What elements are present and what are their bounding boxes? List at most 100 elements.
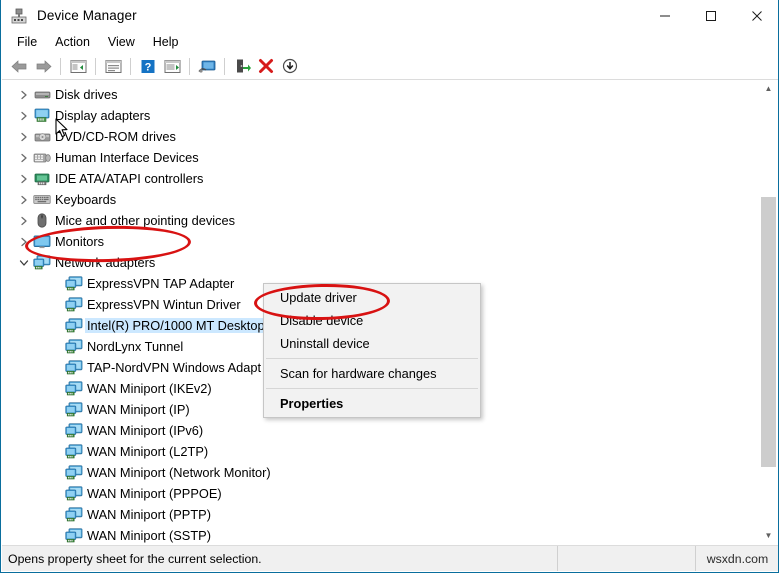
network-adapter-icon: [64, 338, 84, 355]
tree-row[interactable]: IDE ATA/ATAPI controllers: [2, 168, 762, 189]
tree-row-label: Keyboards: [55, 192, 120, 207]
tree-row-label: DVD/CD-ROM drives: [55, 129, 180, 144]
vertical-scrollbar[interactable]: ▲ ▼: [759, 80, 777, 544]
toolbar-separator-3: [130, 58, 131, 75]
scroll-down-button[interactable]: ▼: [760, 527, 777, 544]
tree-row[interactable]: DVD/CD-ROM drives: [2, 126, 762, 147]
chevron-down-icon[interactable]: [16, 258, 32, 268]
tree-row-label: Mice and other pointing devices: [55, 213, 239, 228]
chevron-right-icon[interactable]: [16, 195, 32, 205]
uninstall-device-button[interactable]: [254, 55, 278, 77]
scrollbar-thumb[interactable]: [761, 197, 776, 467]
scrollbar-track[interactable]: [760, 97, 777, 527]
tree-row-label: TAP-NordVPN Windows Adapt: [87, 360, 265, 375]
menu-help[interactable]: Help: [144, 33, 188, 51]
context-menu-item[interactable]: Uninstall device: [264, 332, 480, 355]
tree-row-label: Disk drives: [55, 87, 122, 102]
status-message: Opens property sheet for the current sel…: [2, 546, 558, 571]
tree-row[interactable]: Keyboards: [2, 189, 762, 210]
context-menu-item[interactable]: Disable device: [264, 309, 480, 332]
toolbar: ?: [2, 53, 779, 80]
tree-row-label: Monitors: [55, 234, 108, 249]
minimize-button[interactable]: [642, 0, 688, 31]
chevron-right-icon[interactable]: [16, 237, 32, 247]
tree-row[interactable]: Mice and other pointing devices: [2, 210, 762, 231]
back-button[interactable]: [7, 55, 31, 77]
tree-row[interactable]: WAN Miniport (Network Monitor): [2, 462, 762, 483]
network-adapter-icon: [64, 317, 84, 334]
tree-row-label: WAN Miniport (SSTP): [87, 528, 215, 543]
chevron-right-icon[interactable]: [16, 132, 32, 142]
update-driver-button[interactable]: [230, 55, 254, 77]
toolbar-separator-4: [189, 58, 190, 75]
network-adapter-icon: [64, 506, 84, 523]
svg-text:?: ?: [145, 61, 152, 73]
network-adapter-icon: [64, 443, 84, 460]
hid-icon: [32, 149, 52, 166]
toolbar-separator-5: [224, 58, 225, 75]
tree-row[interactable]: Disk drives: [2, 84, 762, 105]
network-adapter-icon: [32, 254, 52, 271]
device-manager-window: Device Manager File Action View Help: [0, 0, 779, 573]
close-button[interactable]: [734, 0, 779, 31]
disable-device-button[interactable]: [278, 55, 302, 77]
tree-row[interactable]: WAN Miniport (PPPOE): [2, 483, 762, 504]
tree-row-label: WAN Miniport (L2TP): [87, 444, 212, 459]
mouse-icon: [32, 212, 52, 229]
properties-button[interactable]: [101, 55, 125, 77]
display-adapter-icon: [32, 107, 52, 124]
tree-row[interactable]: Monitors: [2, 231, 762, 252]
tree-row[interactable]: Network adapters: [2, 252, 762, 273]
tree-row-label: ExpressVPN TAP Adapter: [87, 276, 238, 291]
context-menu-item[interactable]: Properties: [264, 392, 480, 415]
network-adapter-icon: [64, 485, 84, 502]
tree-row[interactable]: WAN Miniport (L2TP): [2, 441, 762, 462]
menu-view[interactable]: View: [99, 33, 144, 51]
network-adapter-icon: [64, 464, 84, 481]
watermark: wsxdn.com: [696, 546, 779, 571]
forward-button[interactable]: [31, 55, 55, 77]
tree-row-label: NordLynx Tunnel: [87, 339, 187, 354]
context-menu[interactable]: Update driverDisable deviceUninstall dev…: [263, 283, 481, 418]
network-adapter-icon: [64, 527, 84, 544]
menu-file[interactable]: File: [8, 33, 46, 51]
menu-action[interactable]: Action: [46, 33, 99, 51]
status-bar: Opens property sheet for the current sel…: [2, 545, 779, 571]
show-hide-action-pane-button[interactable]: [160, 55, 184, 77]
chevron-right-icon[interactable]: [16, 111, 32, 121]
ide-controller-icon: [32, 170, 52, 187]
menu-bar: File Action View Help: [2, 31, 779, 53]
tree-row-label: ExpressVPN Wintun Driver: [87, 297, 245, 312]
tree-row[interactable]: WAN Miniport (PPTP): [2, 504, 762, 525]
window-title: Device Manager: [37, 8, 137, 23]
tree-row[interactable]: Display adapters: [2, 105, 762, 126]
scan-for-hardware-changes-button[interactable]: [195, 55, 219, 77]
keyboard-icon: [32, 191, 52, 208]
scroll-up-button[interactable]: ▲: [760, 80, 777, 97]
chevron-right-icon[interactable]: [16, 216, 32, 226]
monitor-icon: [32, 233, 52, 250]
tree-row-label: Intel(R) PRO/1000 MT Desktop: [87, 318, 269, 333]
network-adapter-icon: [64, 359, 84, 376]
help-button[interactable]: ?: [136, 55, 160, 77]
tree-row[interactable]: WAN Miniport (IPv6): [2, 420, 762, 441]
context-menu-item[interactable]: Scan for hardware changes: [264, 362, 480, 385]
context-menu-separator: [266, 388, 478, 389]
tree-row-label: Human Interface Devices: [55, 150, 203, 165]
status-panel-empty: [558, 546, 696, 571]
maximize-button[interactable]: [688, 0, 734, 31]
toolbar-separator-2: [95, 58, 96, 75]
tree-row-label: Network adapters: [55, 255, 159, 270]
chevron-right-icon[interactable]: [16, 153, 32, 163]
tree-row-label: WAN Miniport (IKEv2): [87, 381, 216, 396]
tree-row[interactable]: Human Interface Devices: [2, 147, 762, 168]
dvd-drive-icon: [32, 128, 52, 145]
chevron-right-icon[interactable]: [16, 90, 32, 100]
chevron-right-icon[interactable]: [16, 174, 32, 184]
disk-drive-icon: [32, 86, 52, 103]
context-menu-item[interactable]: Update driver: [264, 286, 480, 309]
show-hide-console-tree-button[interactable]: [66, 55, 90, 77]
network-adapter-icon: [64, 422, 84, 439]
tree-row-label: WAN Miniport (IPv6): [87, 423, 207, 438]
tree-row[interactable]: WAN Miniport (SSTP): [2, 525, 762, 544]
